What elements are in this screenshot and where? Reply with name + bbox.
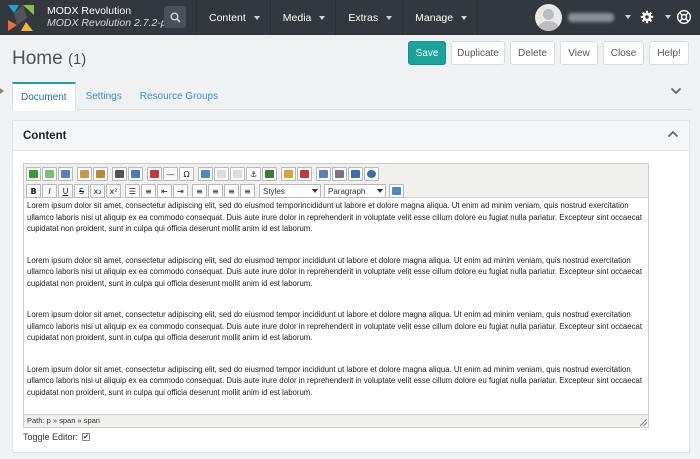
- media-icon[interactable]: [147, 167, 162, 181]
- select-all-icon[interactable]: [58, 167, 73, 181]
- delete-button[interactable]: Delete: [510, 41, 555, 65]
- view-button[interactable]: View: [560, 41, 598, 65]
- paragraph: Lorem ipsum dolor sit amet, consectetur …: [27, 255, 642, 288]
- sidebar-toggle-icon[interactable]: [0, 88, 4, 94]
- special-char-icon[interactable]: Ω: [179, 167, 194, 181]
- styles-select[interactable]: Styles: [259, 184, 321, 198]
- paragraph: Lorem ipsum dolor sit amet, consectetur …: [27, 364, 642, 397]
- duplicate-button[interactable]: Duplicate: [451, 41, 505, 65]
- paste-icon[interactable]: [77, 167, 92, 181]
- indent-icon[interactable]: ⇥: [173, 184, 188, 198]
- help-button[interactable]: Help!: [649, 41, 689, 65]
- modx-link-icon[interactable]: [389, 184, 404, 198]
- template-icon[interactable]: [262, 167, 277, 181]
- main-nav: Content Media Extras Manage: [196, 0, 479, 35]
- source-code-icon[interactable]: [316, 167, 331, 181]
- page-id-count: (1): [67, 51, 87, 68]
- cleanup-icon[interactable]: [297, 167, 312, 181]
- spellcheck-icon[interactable]: [128, 167, 143, 181]
- undo-icon[interactable]: [26, 167, 41, 181]
- italic-icon[interactable]: I: [42, 184, 57, 198]
- save-button[interactable]: Save: [408, 41, 446, 65]
- print-icon[interactable]: [332, 167, 347, 181]
- tab-resource-groups[interactable]: Resource Groups: [132, 82, 226, 110]
- tab-settings[interactable]: Settings: [78, 82, 130, 110]
- panel-header[interactable]: Content: [13, 121, 689, 151]
- strikethrough-icon[interactable]: S: [74, 184, 89, 198]
- link-icon[interactable]: [214, 167, 229, 181]
- username-blurred[interactable]: [568, 13, 614, 22]
- page-title: Home (1): [12, 48, 86, 70]
- chevron-down-icon: [253, 15, 260, 20]
- content-panel: Content — Ω ⚓ B I U S x₂ x² ☰ ≡ ⇤ ⇥ ≡ ≡ …: [12, 120, 690, 453]
- numbered-list-icon[interactable]: ≡: [141, 184, 156, 198]
- search-icon: [169, 11, 181, 23]
- tab-document[interactable]: Document: [12, 82, 76, 111]
- page-title-text: Home: [12, 48, 63, 69]
- user-avatar[interactable]: [535, 4, 562, 31]
- action-buttons: Save Duplicate Delete View Close Help!: [408, 41, 689, 65]
- modx-logo-icon[interactable]: [5, 3, 37, 33]
- chevron-down-icon: [386, 15, 393, 20]
- chevron-down-icon: [319, 15, 326, 20]
- subscript-icon[interactable]: x₂: [90, 184, 105, 198]
- help-icon[interactable]: [677, 10, 691, 24]
- unlink-icon[interactable]: [230, 167, 245, 181]
- toolbar-row-1: — Ω ⚓: [26, 166, 646, 182]
- close-button[interactable]: Close: [603, 41, 644, 65]
- nav-manage[interactable]: Manage: [402, 0, 479, 35]
- chevron-up-icon[interactable]: [667, 130, 679, 138]
- underline-icon[interactable]: U: [58, 184, 73, 198]
- help-icon[interactable]: [364, 167, 379, 181]
- chevron-down-icon[interactable]: [670, 87, 682, 95]
- toggle-editor-label: Toggle Editor:: [23, 432, 79, 442]
- align-justify-icon[interactable]: ≡: [240, 184, 255, 198]
- editor-toolbar: — Ω ⚓ B I U S x₂ x² ☰ ≡ ⇤ ⇥ ≡ ≡ ≡ ≡ Styl…: [24, 164, 648, 198]
- chevron-down-icon: [461, 15, 468, 20]
- align-right-icon[interactable]: ≡: [224, 184, 239, 198]
- bold-icon[interactable]: B: [26, 184, 41, 198]
- format-select[interactable]: Paragraph: [324, 184, 386, 198]
- top-bar: MODX Revolution MODX Revolution 2.7.2-pl…: [0, 0, 700, 35]
- paragraph: Lorem ipsum dolor sit amet, consectetur …: [27, 201, 642, 233]
- panel-title: Content: [23, 129, 67, 142]
- paste-text-icon[interactable]: [93, 167, 108, 181]
- settings-chevron-icon[interactable]: [665, 15, 671, 19]
- user-menu-chevron-icon[interactable]: [625, 15, 631, 19]
- app-name: MODX Revolution: [47, 5, 132, 17]
- print-preview-icon[interactable]: [112, 167, 127, 181]
- paragraph: Lorem ipsum dolor sit amet, consectetur …: [27, 310, 642, 342]
- fullscreen-icon[interactable]: [348, 167, 363, 181]
- chevron-down-icon: [377, 189, 383, 193]
- element-path[interactable]: Path: p » span » span: [27, 416, 100, 425]
- image-icon[interactable]: [198, 167, 213, 181]
- toggle-editor-checkbox[interactable]: ✔: [82, 433, 91, 441]
- gear-icon[interactable]: [640, 10, 654, 24]
- nav-media[interactable]: Media: [269, 0, 336, 35]
- horizontal-rule-icon[interactable]: —: [163, 167, 178, 181]
- search-button[interactable]: [164, 6, 186, 28]
- redo-icon[interactable]: [42, 167, 57, 181]
- edit-css-icon[interactable]: [281, 167, 296, 181]
- resize-handle-icon[interactable]: [640, 419, 647, 426]
- nav-content[interactable]: Content: [196, 0, 270, 35]
- bullet-list-icon[interactable]: ☰: [125, 184, 140, 198]
- toggle-editor: Toggle Editor: ✔: [23, 432, 91, 442]
- resource-tabs: Document Settings Resource Groups: [12, 82, 692, 111]
- editor-statusbar: Path: p » span » span: [24, 414, 648, 427]
- align-left-icon[interactable]: ≡: [192, 184, 207, 198]
- nav-extras[interactable]: Extras: [335, 0, 402, 35]
- outdent-icon[interactable]: ⇤: [157, 184, 172, 198]
- chevron-down-icon: [312, 189, 318, 193]
- rich-text-editor: — Ω ⚓ B I U S x₂ x² ☰ ≡ ⇤ ⇥ ≡ ≡ ≡ ≡ Styl…: [23, 163, 649, 428]
- toolbar-row-2: B I U S x₂ x² ☰ ≡ ⇤ ⇥ ≡ ≡ ≡ ≡ Styles Par…: [26, 183, 646, 199]
- editor-content[interactable]: Lorem ipsum dolor sit amet, consectetur …: [24, 198, 648, 412]
- superscript-icon[interactable]: x²: [106, 184, 121, 198]
- align-center-icon[interactable]: ≡: [208, 184, 223, 198]
- brand[interactable]: MODX Revolution MODX Revolution 2.7.2-pl: [47, 5, 169, 29]
- app-version: MODX Revolution 2.7.2-pl: [47, 17, 169, 29]
- anchor-icon[interactable]: ⚓: [246, 167, 261, 181]
